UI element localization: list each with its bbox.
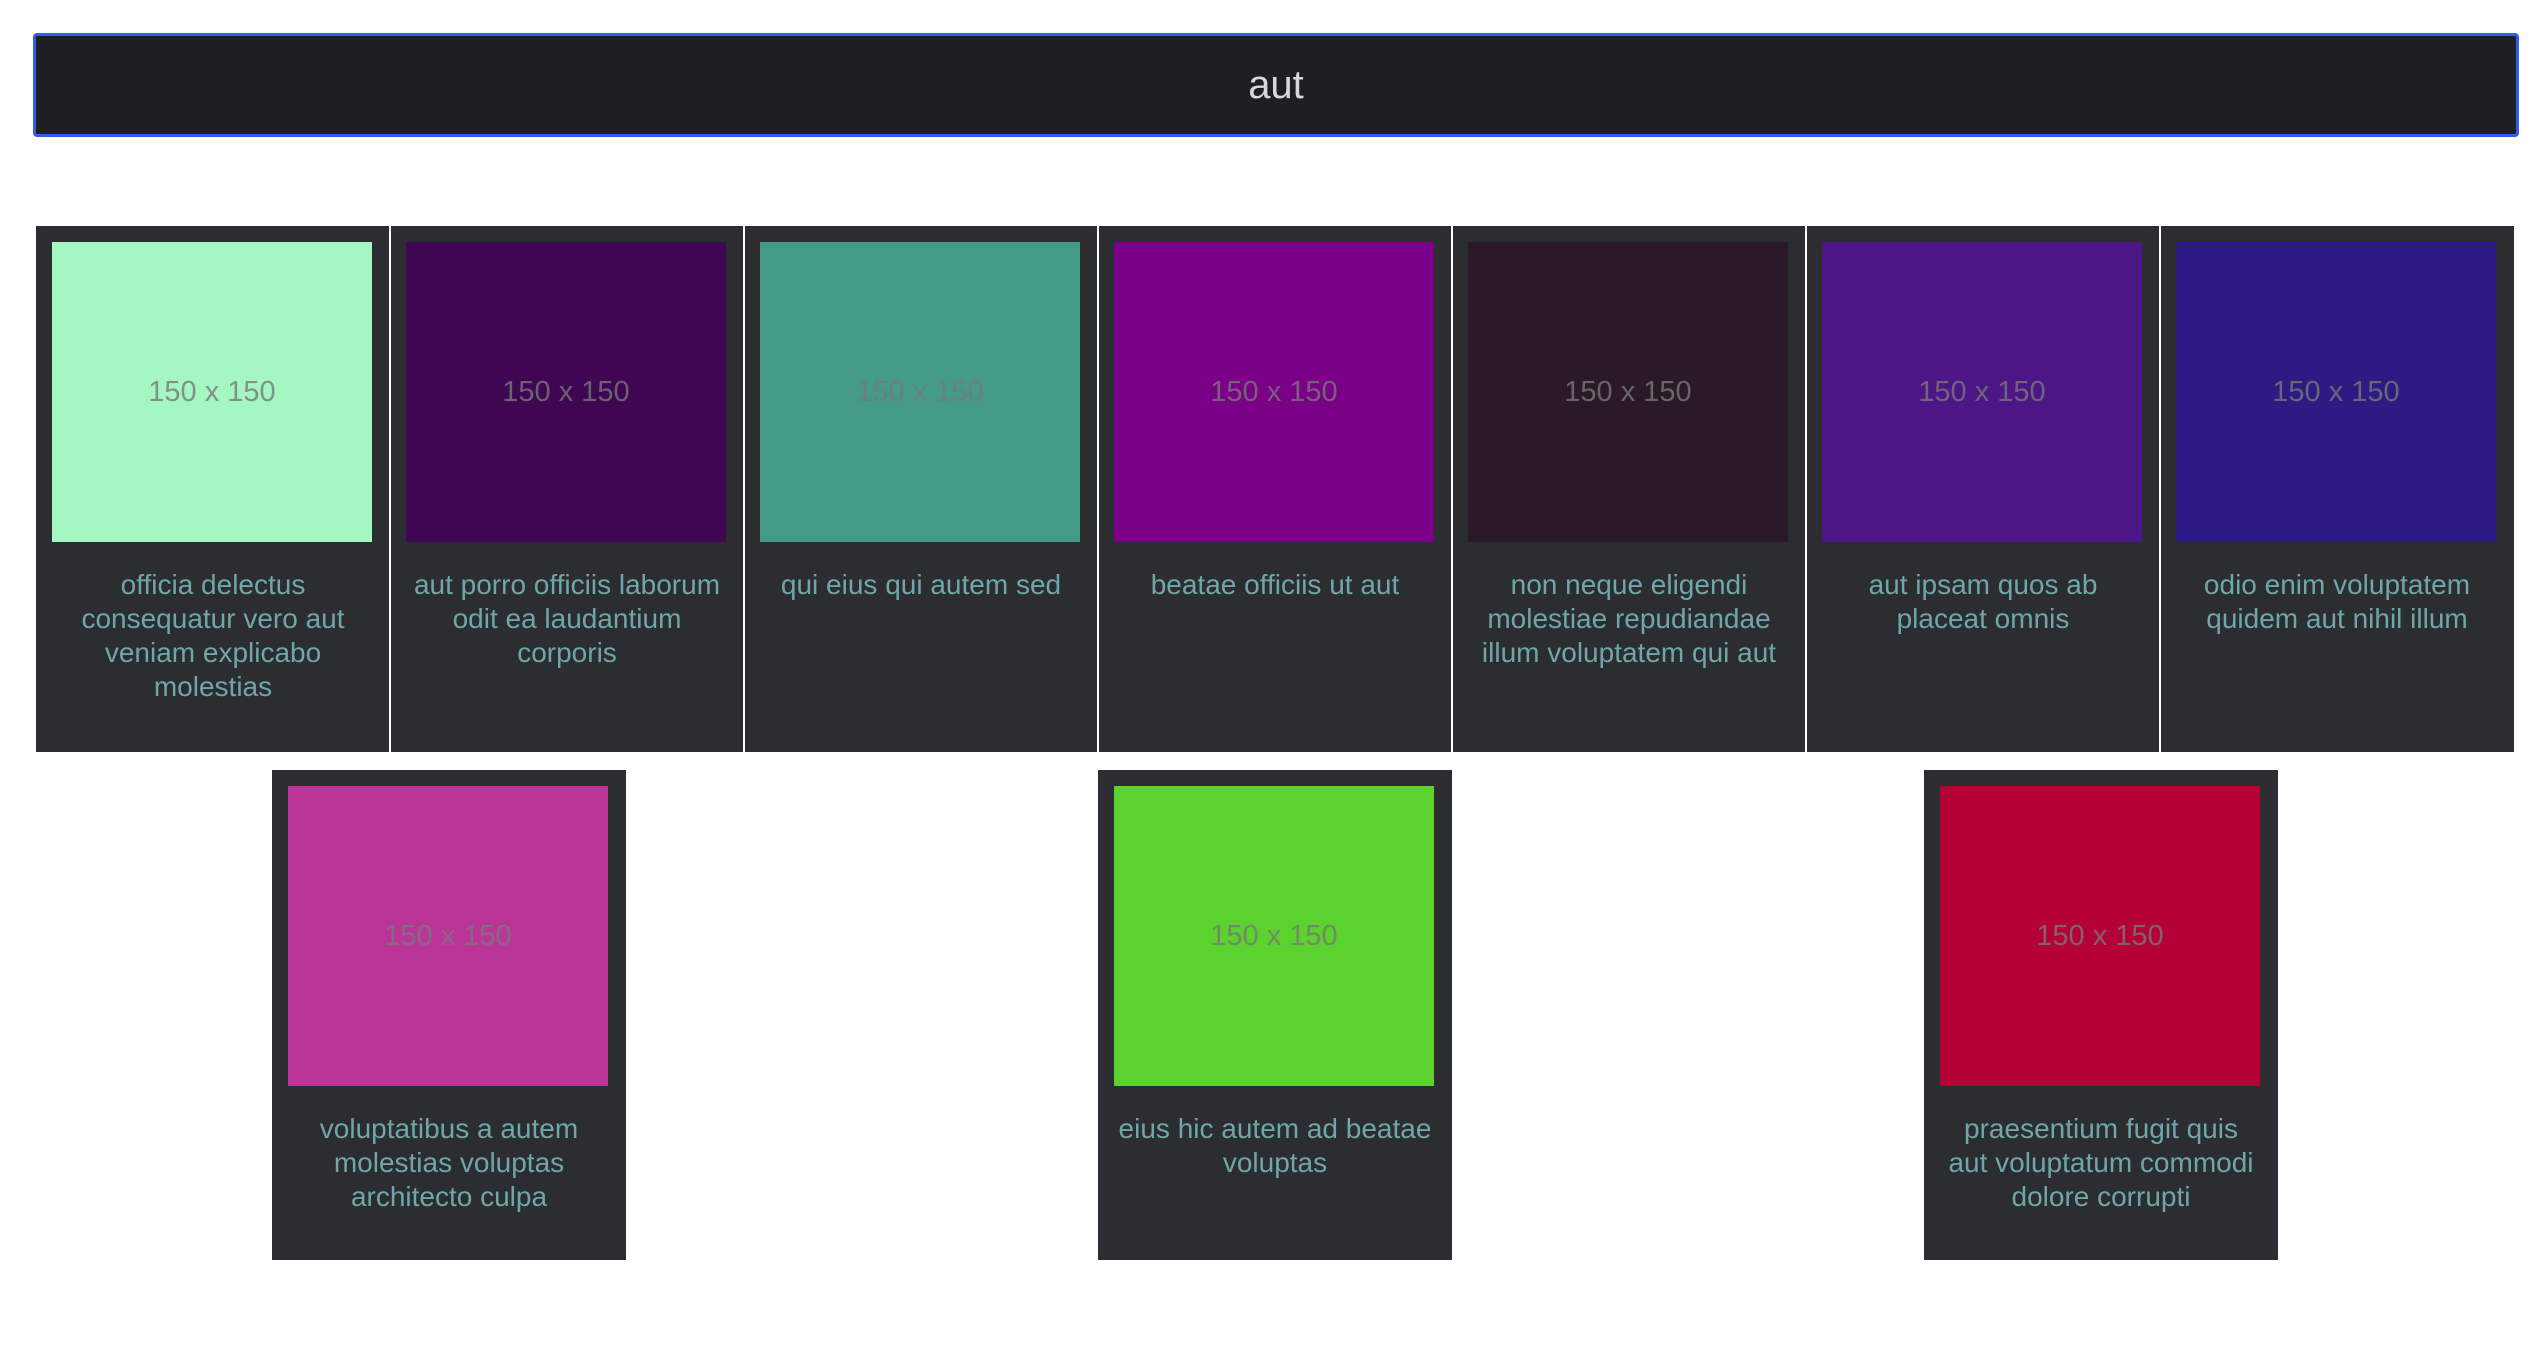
results-grid: 150 x 150 officia delectus consequatur v… (0, 0, 2546, 1372)
card-title: non neque eligendi molestiae repudiandae… (1481, 569, 1777, 668)
thumbnail-image: 150 x 150 (1940, 786, 2260, 1086)
card-title: aut porro officiis laborum odit ea lauda… (413, 569, 721, 668)
photo-card[interactable]: 150 x 150 officia delectus consequatur v… (36, 226, 390, 752)
thumbnail-placeholder-text: 150 x 150 (1210, 375, 1338, 408)
thumbnail-placeholder-text: 150 x 150 (1210, 919, 1338, 952)
card-title: praesentium fugit quis aut voluptatum co… (1948, 1113, 2254, 1212)
thumbnail-image: 150 x 150 (1114, 242, 1434, 542)
card-divider (1451, 226, 1453, 752)
card-title: odio enim voluptatem quidem aut nihil il… (2203, 569, 2471, 634)
thumbnail-placeholder-text: 150 x 150 (1918, 375, 2046, 408)
photo-card[interactable]: 150 x 150 qui eius qui autem sed (744, 226, 1098, 752)
photo-card[interactable]: 150 x 150 praesentium fugit quis aut vol… (1924, 770, 2278, 1260)
card-title: voluptatibus a autem molestias voluptas … (319, 1113, 579, 1212)
thumbnail-placeholder-text: 150 x 150 (2036, 919, 2164, 952)
photo-card[interactable]: 150 x 150 aut porro officiis laborum odi… (390, 226, 744, 752)
photo-card[interactable]: 150 x 150 beatae officiis ut aut (1098, 226, 1452, 752)
card-divider (389, 226, 391, 752)
photo-card[interactable]: 150 x 150 aut ipsam quos ab placeat omni… (1806, 226, 2160, 752)
thumbnail-placeholder-text: 150 x 150 (856, 375, 984, 408)
thumbnail-image: 150 x 150 (760, 242, 1080, 542)
thumbnail-placeholder-text: 150 x 150 (148, 375, 276, 408)
thumbnail-image: 150 x 150 (1114, 786, 1434, 1086)
thumbnail-placeholder-text: 150 x 150 (2272, 375, 2400, 408)
thumbnail-image: 150 x 150 (52, 242, 372, 542)
card-title: beatae officiis ut aut (1150, 569, 1400, 600)
thumbnail-placeholder-text: 150 x 150 (1564, 375, 1692, 408)
photo-card[interactable]: 150 x 150 eius hic autem ad beatae volup… (1098, 770, 1452, 1260)
card-divider (743, 226, 745, 752)
card-divider (1805, 226, 1807, 752)
thumbnail-image: 150 x 150 (2176, 242, 2496, 542)
thumbnail-image: 150 x 150 (288, 786, 608, 1086)
card-title: eius hic autem ad beatae voluptas (1118, 1113, 1432, 1178)
photo-card[interactable]: 150 x 150 non neque eligendi molestiae r… (1452, 226, 1806, 752)
thumbnail-placeholder-text: 150 x 150 (384, 919, 512, 952)
card-divider (1097, 226, 1099, 752)
thumbnail-placeholder-text: 150 x 150 (502, 375, 630, 408)
card-title: aut ipsam quos ab placeat omnis (1868, 569, 2098, 634)
thumbnail-image: 150 x 150 (406, 242, 726, 542)
card-title: qui eius qui autem sed (780, 569, 1062, 600)
thumbnail-image: 150 x 150 (1468, 242, 1788, 542)
card-title: officia delectus consequatur vero aut ve… (81, 569, 345, 702)
photo-card[interactable]: 150 x 150 voluptatibus a autem molestias… (272, 770, 626, 1260)
card-divider (2159, 226, 2161, 752)
photo-card[interactable]: 150 x 150 odio enim voluptatem quidem au… (2160, 226, 2514, 752)
thumbnail-image: 150 x 150 (1822, 242, 2142, 542)
